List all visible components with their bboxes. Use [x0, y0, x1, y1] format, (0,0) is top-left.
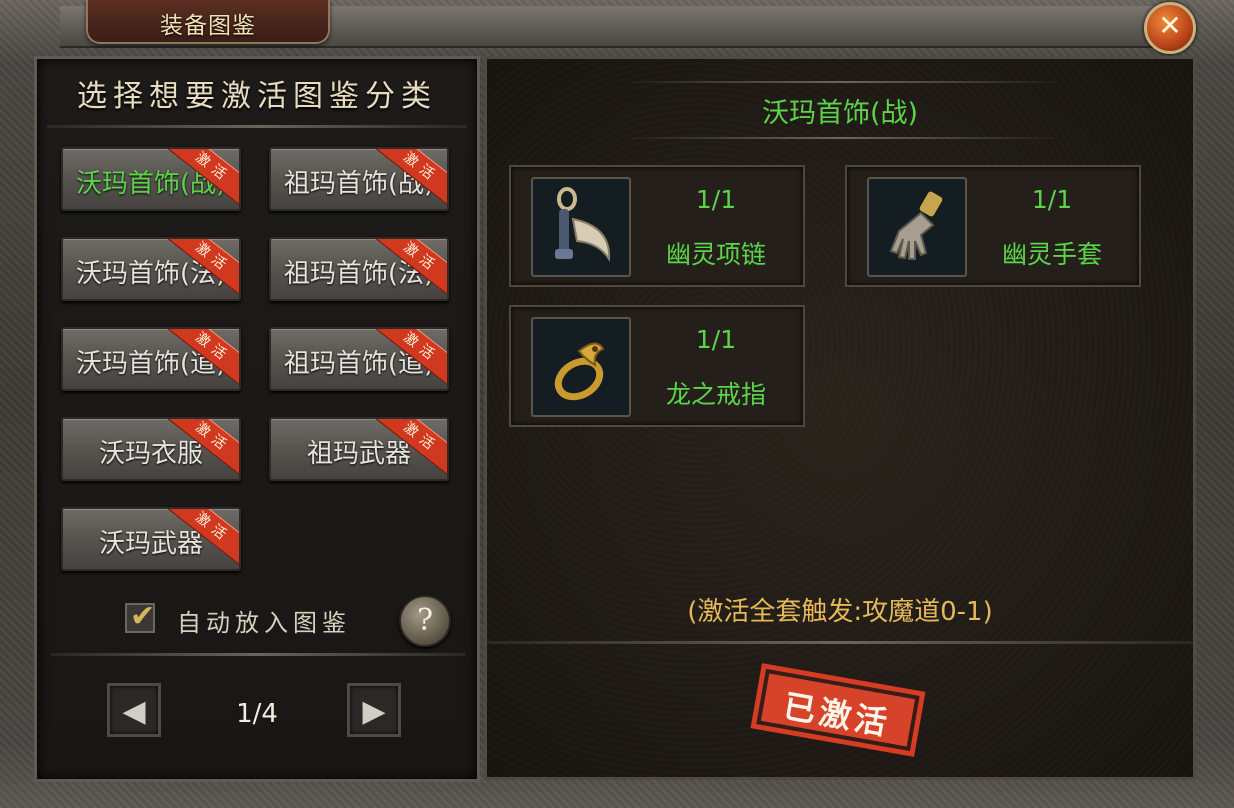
- divider: [487, 641, 1193, 644]
- next-page-button[interactable]: ▶: [347, 683, 401, 737]
- divider: [617, 81, 1067, 83]
- category-button[interactable]: 沃玛首饰(道) 激活: [61, 327, 241, 391]
- close-button[interactable]: ✕: [1144, 2, 1196, 54]
- set-title: 沃玛首饰(战): [761, 98, 919, 129]
- item-name: 幽灵项链: [665, 240, 766, 269]
- auto-place-label: 自动放入图鉴: [177, 609, 351, 637]
- category-button[interactable]: 沃玛衣服 激活: [61, 417, 241, 481]
- item-slot: [867, 177, 967, 277]
- item-slot: [531, 177, 631, 277]
- item-count: 1/1: [1031, 185, 1073, 214]
- item-name: 龙之戒指: [665, 380, 766, 409]
- page-indicator: 1/4: [236, 699, 278, 729]
- window-title-tab: 装备图鉴: [86, 0, 330, 44]
- item-count: 1/1: [695, 325, 737, 354]
- prev-page-button[interactable]: ◀: [107, 683, 161, 737]
- category-panel: 选择想要激活图鉴分类 沃玛首饰(战) 激活 祖玛首饰(战) 激活 沃玛首饰(法)…: [34, 56, 480, 782]
- category-button[interactable]: 祖玛首饰(战) 激活: [269, 147, 449, 211]
- arrow-left-icon: ◀: [122, 694, 146, 729]
- item-name: 幽灵手套: [1001, 240, 1102, 269]
- set-bonus-text: (激活全套触发:攻魔道0-1): [687, 597, 993, 627]
- category-button[interactable]: 祖玛首饰(道) 激活: [269, 327, 449, 391]
- necklace-icon: [555, 187, 611, 263]
- arrow-right-icon: ▶: [362, 694, 386, 729]
- item-count: 1/1: [695, 185, 737, 214]
- item-slot: [531, 317, 631, 417]
- help-button[interactable]: ?: [399, 595, 451, 647]
- category-button[interactable]: 沃玛首饰(法) 激活: [61, 237, 241, 301]
- item-card[interactable]: 1/1 幽灵手套: [845, 165, 1141, 287]
- category-button[interactable]: 沃玛武器 激活: [61, 507, 241, 571]
- divider: [51, 653, 465, 656]
- collection-detail-panel: 沃玛首饰(战) 1/1 幽灵项链 1/1 幽灵手套 1/1 龙之戒指 (激活全套…: [484, 56, 1196, 780]
- checkmark-icon: ✔: [130, 599, 156, 634]
- category-button[interactable]: 祖玛首饰(法) 激活: [269, 237, 449, 301]
- glove-icon: [889, 191, 943, 260]
- category-heading: 选择想要激活图鉴分类: [77, 79, 437, 114]
- category-button[interactable]: 沃玛首饰(战) 激活: [61, 147, 241, 211]
- category-button[interactable]: 祖玛武器 激活: [269, 417, 449, 481]
- divider: [47, 125, 467, 128]
- window-title: 装备图鉴: [160, 13, 256, 39]
- close-icon: ✕: [1158, 9, 1182, 42]
- divider: [617, 137, 1067, 139]
- item-card[interactable]: 1/1 幽灵项链: [509, 165, 805, 287]
- auto-place-checkbox[interactable]: ✔: [125, 599, 155, 634]
- ring-icon: [554, 342, 605, 401]
- question-icon: ?: [416, 603, 434, 638]
- activated-stamp: 已激活: [750, 663, 926, 757]
- item-card[interactable]: 1/1 龙之戒指: [509, 305, 805, 427]
